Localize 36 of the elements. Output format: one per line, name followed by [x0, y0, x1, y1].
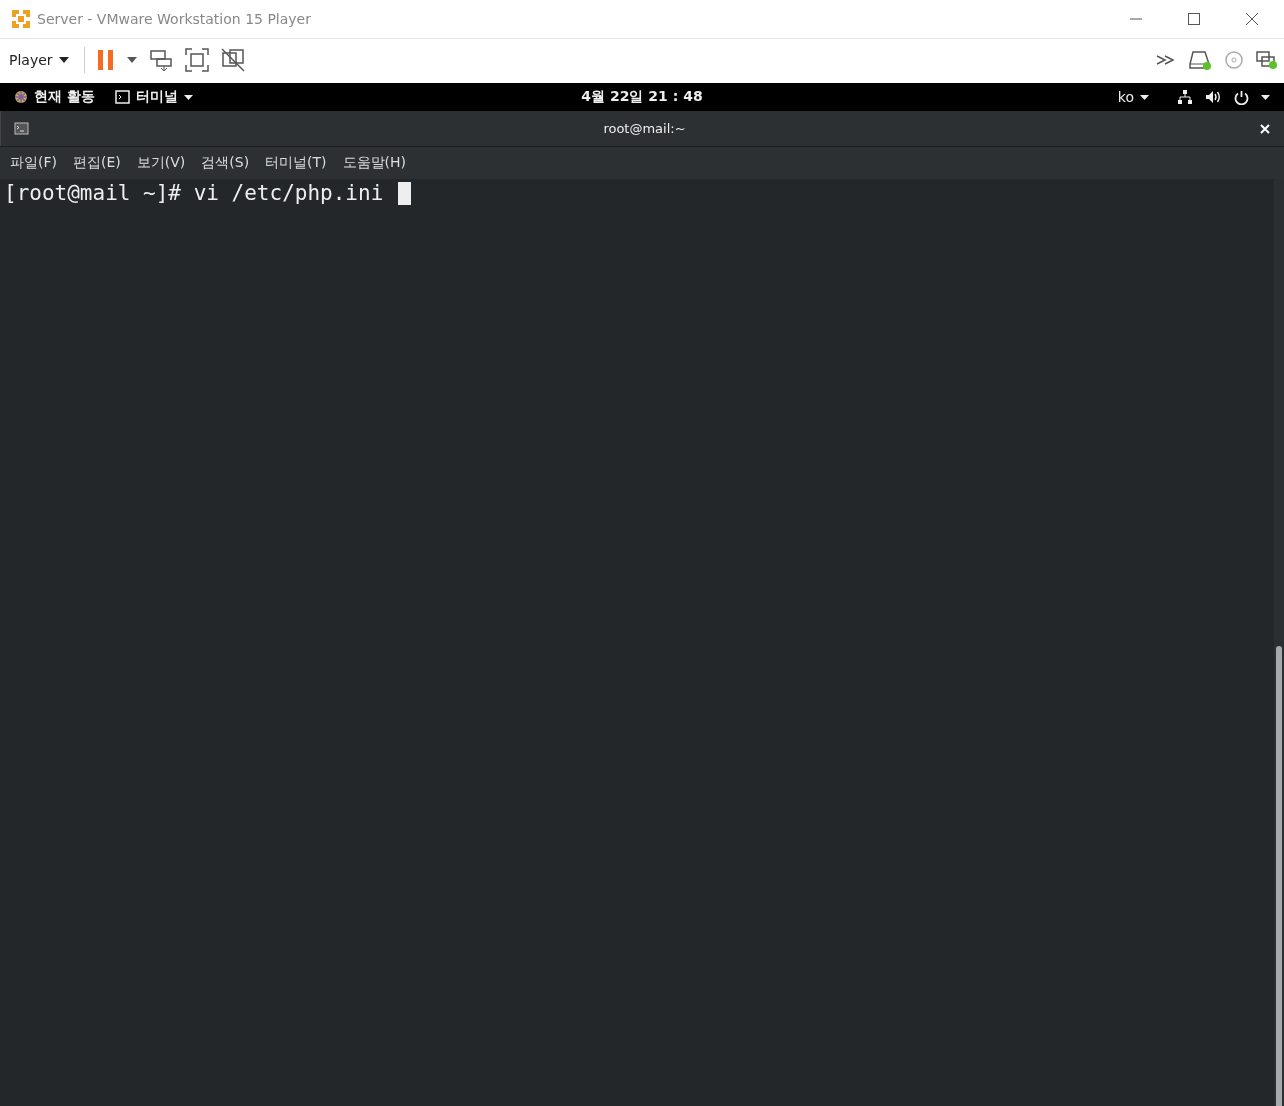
menu-item[interactable]: 파일(F)	[10, 154, 57, 172]
app-logo-icon	[11, 9, 31, 29]
terminal-app-menu[interactable]: 터미널	[114, 88, 193, 106]
caret-icon[interactable]	[1261, 94, 1270, 100]
volume-icon[interactable]	[1205, 90, 1222, 104]
terminal-icon	[14, 122, 29, 135]
player-menu-button[interactable]: Player	[6, 48, 72, 72]
unity-mode-icon[interactable]	[220, 48, 245, 72]
menu-item[interactable]: 편집(E)	[73, 154, 121, 172]
caret-icon[interactable]	[126, 57, 137, 63]
terminal-title: root@mail:~	[602, 121, 687, 136]
pause-icon[interactable]	[96, 49, 115, 71]
text-cursor	[397, 181, 411, 205]
full-screen-icon[interactable]	[184, 48, 209, 72]
window-title: Server - VMware Workstation 15 Player	[37, 11, 311, 27]
close-icon[interactable]	[1245, 12, 1259, 26]
caret-icon	[1140, 94, 1149, 100]
double-chevron-icon[interactable]	[1156, 54, 1176, 66]
maximize-icon[interactable]	[1187, 12, 1201, 26]
network-adapter-icon[interactable]	[1256, 50, 1278, 70]
caret-icon	[58, 57, 69, 63]
network-icon[interactable]	[1177, 89, 1193, 105]
input-method-menu[interactable]: ko	[1117, 89, 1149, 105]
scrollbar-thumb[interactable]	[1276, 646, 1282, 1106]
terminal-icon	[114, 90, 130, 104]
menu-item[interactable]: 터미널(T)	[265, 154, 327, 172]
flower-icon	[14, 90, 28, 104]
activities-button[interactable]: 현재 활동	[14, 88, 95, 106]
menu-item[interactable]: 보기(V)	[136, 154, 186, 172]
clock[interactable]: 4월 22일 21 : 48	[581, 88, 703, 106]
power-icon[interactable]	[1234, 89, 1249, 105]
terminal-line: [root@mail ~]# vi /etc/php.ini	[4, 181, 385, 205]
menu-item[interactable]: 검색(S)	[201, 154, 250, 172]
send-keys-icon[interactable]	[148, 49, 173, 71]
menu-item[interactable]: 도움말(H)	[342, 154, 407, 172]
caret-icon	[183, 94, 193, 100]
